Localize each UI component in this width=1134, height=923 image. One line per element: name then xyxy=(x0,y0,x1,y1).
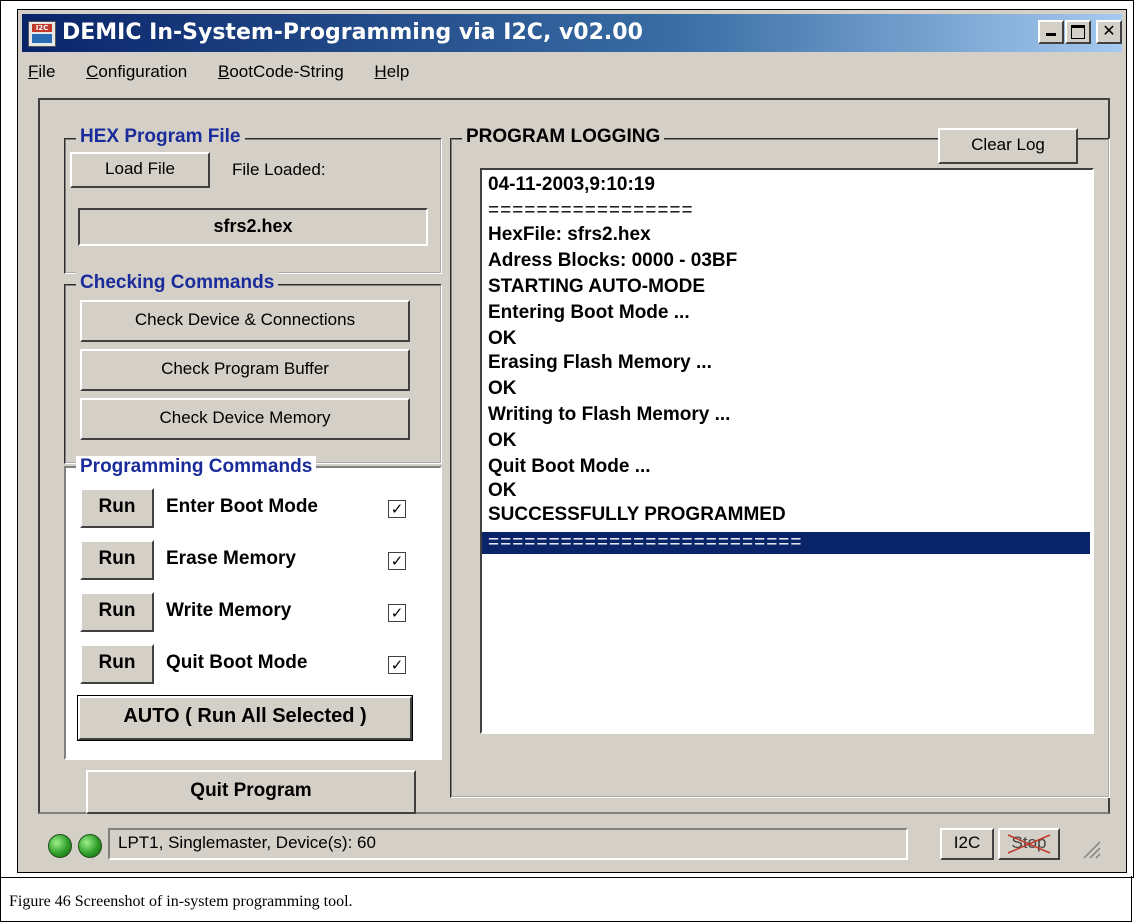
menu-file[interactable]: File xyxy=(22,58,61,82)
log-line: Quit Boot Mode ... xyxy=(488,456,651,477)
enter-boot-mode-label: Enter Boot Mode xyxy=(166,496,318,517)
log-line: OK xyxy=(488,430,517,451)
minimize-icon xyxy=(1046,33,1056,36)
menu-help-label: Help xyxy=(374,62,410,81)
window-title: DEMIC In-System-Programming via I2C, v02… xyxy=(62,20,643,45)
quit-program-button[interactable]: Quit Program xyxy=(86,770,416,814)
log-line: Erasing Flash Memory ... xyxy=(488,352,712,373)
enter-boot-mode-checkbox[interactable]: ✓ xyxy=(388,500,406,518)
log-line: ================= xyxy=(488,200,694,221)
stop-button[interactable]: Stop xyxy=(998,828,1060,860)
quit-boot-mode-checkbox[interactable]: ✓ xyxy=(388,656,406,674)
erase-memory-checkbox[interactable]: ✓ xyxy=(388,552,406,570)
checking-group-title: Checking Commands xyxy=(76,272,279,294)
programming-group-title: Programming Commands xyxy=(76,456,317,478)
log-line: OK xyxy=(488,480,517,501)
title-bar[interactable]: I2C DEMIC In-System-Programming via I2C,… xyxy=(22,14,1122,52)
hex-group-title: HEX Program File xyxy=(76,126,245,148)
menu-file-label: File xyxy=(28,62,56,81)
log-line: HexFile: sfrs2.hex xyxy=(488,224,651,245)
maximize-button[interactable] xyxy=(1065,20,1091,44)
log-line: SUCCESSFULLY PROGRAMMED xyxy=(488,504,786,525)
erase-memory-label: Erase Memory xyxy=(166,548,296,569)
file-loaded-label: File Loaded: xyxy=(232,160,326,179)
menu-configuration[interactable]: Configuration xyxy=(80,58,193,82)
log-line: OK xyxy=(488,328,517,349)
stop-cross-icon xyxy=(1007,834,1051,854)
run-erase-memory-button[interactable]: Run xyxy=(80,540,154,580)
figure-caption: Figure 46 Screenshot of in-system progra… xyxy=(0,876,1132,922)
check-program-buffer-button[interactable]: Check Program Buffer xyxy=(80,349,410,391)
menu-help[interactable]: Help xyxy=(368,58,415,82)
check-device-memory-button[interactable]: Check Device Memory xyxy=(80,398,410,440)
connection-led-icon xyxy=(48,834,72,858)
close-button[interactable]: ✕ xyxy=(1096,20,1122,44)
resize-grip-icon[interactable] xyxy=(1080,838,1102,860)
maximize-icon xyxy=(1071,25,1085,39)
figure-frame: I2C DEMIC In-System-Programming via I2C,… xyxy=(0,0,1134,878)
menu-bar: File Configuration BootCode-String Help xyxy=(22,58,1122,88)
status-bar: LPT1, Singlemaster, Device(s): 60 I2C St… xyxy=(38,820,1110,866)
log-line: Adress Blocks: 0000 - 03BF xyxy=(488,250,738,271)
run-quit-boot-mode-button[interactable]: Run xyxy=(80,644,154,684)
menu-configuration-label: Configuration xyxy=(86,62,188,81)
check-device-connections-button[interactable]: Check Device & Connections xyxy=(80,300,410,342)
menu-bootcode-label: BootCode-String xyxy=(218,62,344,81)
status-text-panel: LPT1, Singlemaster, Device(s): 60 xyxy=(108,828,908,860)
log-listbox[interactable]: 04-11-2003,9:10:19 ================= Hex… xyxy=(480,168,1094,734)
i2c-button[interactable]: I2C xyxy=(940,828,994,860)
logging-title: PROGRAM LOGGING xyxy=(462,126,665,148)
run-write-memory-button[interactable]: Run xyxy=(80,592,154,632)
log-line: STARTING AUTO-MODE xyxy=(488,276,706,297)
app-icon-body xyxy=(32,34,52,43)
menu-bootcode-string[interactable]: BootCode-String xyxy=(212,58,350,82)
clear-log-button[interactable]: Clear Log xyxy=(938,128,1078,164)
app-icon-label: I2C xyxy=(32,24,52,32)
log-line: 04-11-2003,9:10:19 xyxy=(488,174,655,195)
quit-boot-mode-label: Quit Boot Mode xyxy=(166,652,308,673)
app-icon: I2C xyxy=(28,21,56,47)
write-memory-checkbox[interactable]: ✓ xyxy=(388,604,406,622)
loaded-file-name: sfrs2.hex xyxy=(78,208,428,246)
log-line: Entering Boot Mode ... xyxy=(488,302,690,323)
close-icon: ✕ xyxy=(1102,21,1116,40)
load-file-button[interactable]: Load File xyxy=(70,152,210,188)
write-memory-label: Write Memory xyxy=(166,600,292,621)
application-window: I2C DEMIC In-System-Programming via I2C,… xyxy=(17,9,1127,873)
device-led-icon xyxy=(78,834,102,858)
run-enter-boot-mode-button[interactable]: Run xyxy=(80,488,154,528)
log-line-selected[interactable]: ========================== xyxy=(482,532,1090,554)
minimize-button[interactable] xyxy=(1038,20,1064,44)
auto-run-all-button[interactable]: AUTO ( Run All Selected ) xyxy=(77,695,413,741)
log-line: Writing to Flash Memory ... xyxy=(488,404,731,425)
log-line: OK xyxy=(488,378,517,399)
